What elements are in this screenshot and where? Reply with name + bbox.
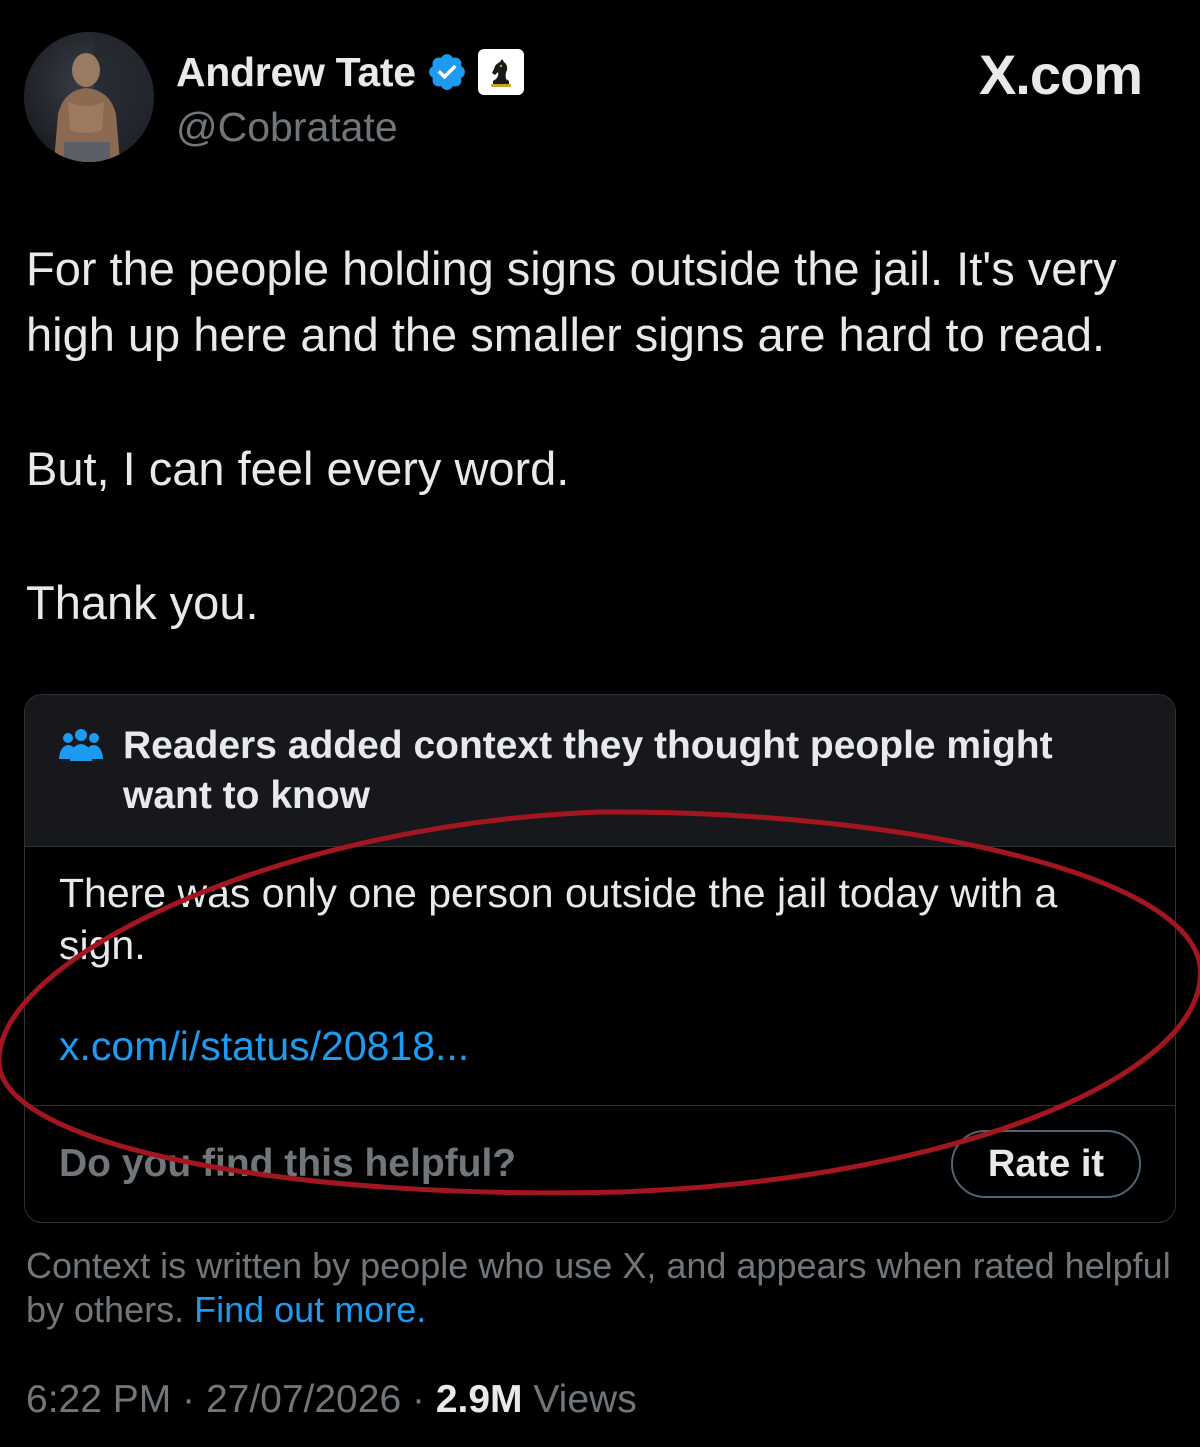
community-note-title: Readers added context they thought peopl… bbox=[123, 724, 1053, 817]
community-note-header: Readers added context they thought peopl… bbox=[25, 695, 1175, 847]
tweet-paragraph: But, I can feel every word. bbox=[26, 442, 570, 495]
tweet-paragraph: For the people holding signs outside the… bbox=[26, 242, 1117, 361]
context-disclaimer: Context is written by people who use X, … bbox=[26, 1244, 1176, 1332]
author-handle[interactable]: @Cobratate bbox=[176, 104, 398, 151]
community-note-card: Readers added context they thought peopl… bbox=[24, 694, 1176, 1223]
author-display-name[interactable]: Andrew Tate bbox=[176, 49, 416, 96]
meta-separator: · bbox=[411, 1378, 425, 1421]
rate-it-button[interactable]: Rate it bbox=[951, 1130, 1141, 1198]
tweet-time[interactable]: 6:22 PM bbox=[26, 1378, 171, 1421]
avatar-photo bbox=[24, 32, 154, 162]
helpful-question: Do you find this helpful? bbox=[59, 1142, 517, 1185]
community-note-footer: Do you find this helpful? Rate it bbox=[25, 1105, 1175, 1222]
brand-watermark: X.com bbox=[978, 43, 1143, 106]
find-out-more-link[interactable]: Find out more. bbox=[194, 1289, 426, 1330]
meta-separator: · bbox=[182, 1378, 196, 1421]
community-note-text: There was only one person outside the ja… bbox=[59, 870, 1058, 968]
tweet-date[interactable]: 27/07/2026 bbox=[206, 1378, 401, 1421]
tweet-paragraph: Thank you. bbox=[26, 576, 259, 629]
views-count[interactable]: 2.9M bbox=[436, 1378, 523, 1421]
views-label: Views bbox=[533, 1378, 637, 1421]
chess-knight-glyph bbox=[490, 59, 511, 87]
author-name-row[interactable]: Andrew Tate bbox=[176, 46, 524, 98]
avatar[interactable] bbox=[24, 32, 154, 162]
chess-knight-icon[interactable] bbox=[477, 49, 524, 95]
tweet-text: For the people holding signs outside the… bbox=[26, 236, 1176, 636]
tweet-meta: 6:22 PM · 27/07/2026 · 2.9M Views bbox=[26, 1378, 637, 1422]
community-note-body: There was only one person outside the ja… bbox=[25, 847, 1175, 1105]
tweet-screenshot: Andrew Tate @Cobratate X.com For the peo… bbox=[0, 0, 1200, 1447]
verified-badge-icon bbox=[428, 54, 465, 90]
readers-icon bbox=[59, 729, 103, 761]
community-note-link[interactable]: x.com/i/status/20818... bbox=[59, 1023, 469, 1070]
